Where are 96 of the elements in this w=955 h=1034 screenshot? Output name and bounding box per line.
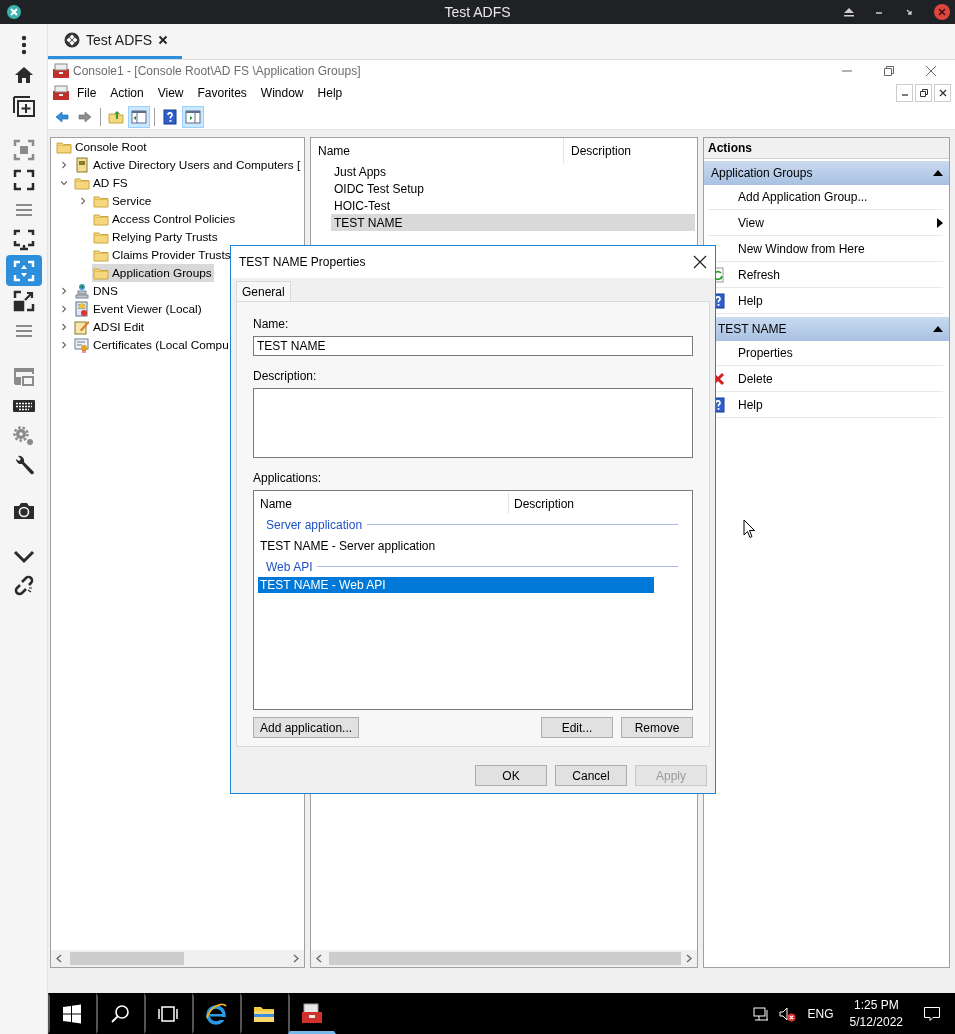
column-header[interactable]: Name [258, 493, 508, 514]
toolbox-icon[interactable] [288, 993, 336, 1034]
tree-item[interactable]: Certificates (Local Compu [73, 336, 231, 354]
dialog-title: TEST NAME Properties [239, 255, 366, 269]
menu-item[interactable]: Favorites [190, 86, 254, 100]
list-row[interactable]: OIDC Test Setup [331, 180, 695, 197]
collapse-icon[interactable] [933, 169, 943, 177]
dialog-button[interactable]: Edit... [541, 717, 613, 738]
chevron-icon[interactable] [60, 341, 68, 349]
menu-item[interactable]: File [70, 86, 104, 100]
tree-item[interactable]: Claims Provider Trusts [92, 246, 233, 264]
chevron-icon[interactable] [60, 179, 68, 187]
window-title: Test ADFS [444, 4, 511, 20]
action-link[interactable]: Properties [738, 346, 793, 360]
tree-item[interactable]: Event Viewer (Local) [73, 300, 204, 318]
tree-item[interactable]: Relying Party Trusts [92, 228, 220, 246]
minimize-icon[interactable] [896, 84, 913, 102]
restore-icon[interactable] [883, 65, 895, 77]
tree-item[interactable]: AD FS [73, 174, 130, 192]
close-icon[interactable] [693, 255, 707, 269]
tree-item[interactable]: Active Directory Users and Computers [ [73, 156, 303, 174]
list-row[interactable]: Just Apps [331, 163, 695, 180]
column-header[interactable]: Description [563, 138, 693, 163]
list-row[interactable]: TEST NAME [331, 214, 695, 231]
folder-icon [93, 229, 109, 245]
window-title: Console1 - [Console Root\AD FS \Application Groups] [73, 64, 361, 78]
app-icon [6, 4, 22, 20]
list-row[interactable]: TEST NAME - Server application [258, 535, 654, 556]
chevron-icon[interactable] [60, 287, 68, 295]
description-field[interactable] [253, 388, 693, 458]
name-field[interactable]: TEST NAME [253, 336, 693, 356]
action-link[interactable]: Help [738, 294, 763, 308]
menu-item[interactable]: View [150, 86, 191, 100]
folder-icon [93, 193, 109, 209]
group-header: Server application [266, 517, 363, 532]
folder-icon [93, 211, 109, 227]
column-header[interactable]: Description [508, 493, 656, 514]
menu-item[interactable]: Help [310, 86, 350, 100]
menu-item[interactable]: Window [253, 86, 311, 100]
notifications-icon[interactable] [923, 1004, 941, 1023]
toolbox-icon [52, 85, 70, 101]
network-icon[interactable] [751, 1004, 770, 1023]
group-header: Web API [266, 559, 313, 574]
horizontal-scrollbar[interactable] [311, 950, 697, 967]
pane-toggle-icon[interactable] [182, 105, 204, 128]
action-link[interactable]: Add Application Group... [738, 190, 868, 204]
eject-icon[interactable] [843, 6, 855, 18]
cursor-icon [743, 519, 756, 539]
close-icon[interactable] [158, 35, 169, 45]
connection-icon [64, 32, 80, 48]
dialog-button[interactable]: Remove [621, 717, 693, 738]
action-link[interactable]: Refresh [738, 268, 781, 282]
tree-item[interactable]: Console Root [55, 138, 149, 156]
directory-icon [74, 157, 90, 173]
chevron-icon[interactable] [60, 305, 68, 313]
clock[interactable]: 1:25 PM 5/12/2022 [849, 996, 903, 1031]
field-label: Name: [253, 317, 290, 331]
notepad-pencil-icon [74, 319, 90, 335]
folder-icon [56, 139, 72, 155]
section-header[interactable]: Application Groups [704, 161, 949, 185]
tree-item[interactable]: DNS [73, 282, 120, 300]
collapse-icon[interactable] [933, 325, 943, 333]
certificate-icon [74, 337, 90, 353]
list-row[interactable]: HOIC-Test [331, 197, 695, 214]
pane-toggle-icon[interactable] [128, 105, 150, 128]
dialog-tab[interactable]: General [236, 281, 291, 301]
folder-icon [93, 247, 109, 263]
tree-item[interactable]: Service [92, 192, 154, 210]
tree-item[interactable]: Application Groups [92, 264, 214, 282]
menu-item[interactable]: Action [103, 86, 151, 100]
network-server-icon [74, 283, 90, 299]
dialog-button[interactable]: OK [475, 765, 547, 786]
chevron-icon[interactable] [79, 197, 87, 205]
event-log-icon [74, 301, 90, 317]
field-label: Description: [253, 369, 318, 383]
horizontal-scrollbar[interactable] [51, 950, 304, 967]
action-link[interactable]: Delete [738, 372, 773, 386]
list-row[interactable]: TEST NAME - Web API [258, 577, 654, 593]
folder-icon [93, 265, 109, 281]
submenu-arrow-icon [937, 218, 943, 228]
action-link[interactable]: View [738, 216, 764, 230]
column-header[interactable]: Name [311, 138, 563, 163]
tree-item[interactable]: ADSI Edit [73, 318, 147, 336]
pane-title: Actions [708, 141, 752, 155]
chevron-icon[interactable] [60, 323, 68, 331]
field-label: Applications: [253, 471, 323, 485]
applications-list[interactable]: Name Description Server application TEST NAME - Server application Web API TEST NAME - Web API [253, 490, 693, 710]
action-link[interactable]: New Window from Here [738, 242, 865, 256]
toolbox-icon [52, 63, 70, 79]
dialog-button[interactable]: Cancel [555, 765, 627, 786]
folder-icon [74, 175, 90, 191]
chevron-icon[interactable] [60, 161, 68, 169]
language-indicator[interactable]: ENG [807, 1006, 834, 1021]
dialog-button[interactable]: Add application... [253, 717, 360, 738]
tree-item[interactable]: Access Control Policies [92, 210, 238, 228]
action-link[interactable]: Help [738, 398, 763, 412]
